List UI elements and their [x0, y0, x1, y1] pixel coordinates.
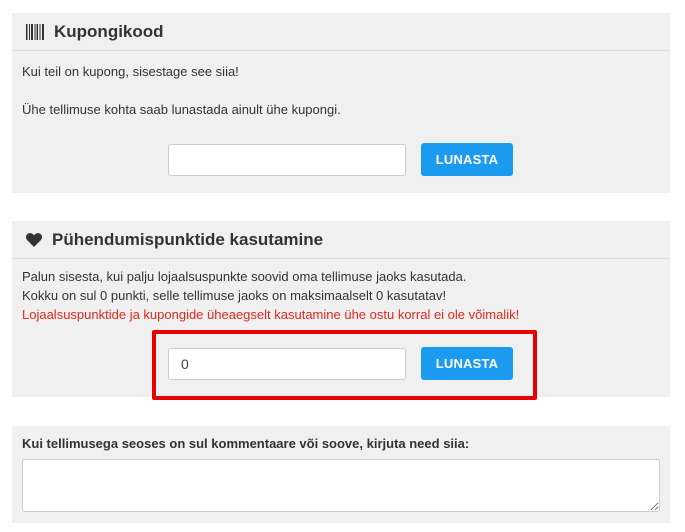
redeem-points-button[interactable]: LUNASTA [421, 347, 513, 380]
coupon-title: Kupongikood [54, 21, 164, 41]
loyalty-points-input[interactable] [168, 347, 406, 380]
loyalty-text-1: Palun sisesta, kui palju lojaalsuspunkte… [22, 269, 467, 284]
coupon-input-row: LUNASTA [168, 143, 513, 176]
comment-label: Kui tellimusega seoses on sul kommentaar… [22, 436, 470, 451]
loyalty-panel: Pühendumispunktide kasutamine Palun sise… [12, 221, 670, 397]
coupon-panel: Kupongikood Kui teil on kupong, sisestag… [12, 13, 670, 193]
coupon-text-2: Ühe tellimuse kohta saab lunastada ainul… [22, 102, 341, 117]
loyalty-input-row: LUNASTA [168, 347, 513, 380]
loyalty-header: Pühendumispunktide kasutamine [12, 221, 670, 259]
loyalty-text-2: Kokku on sul 0 punkti, selle tellimuse j… [22, 288, 447, 303]
redeem-coupon-button[interactable]: LUNASTA [421, 143, 513, 176]
coupon-code-input[interactable] [168, 143, 406, 176]
comment-textarea[interactable] [22, 459, 660, 512]
coupon-header: Kupongikood [12, 13, 670, 51]
barcode-icon [26, 23, 44, 40]
loyalty-warning: Lojaalsuspunktide ja kupongide üheaegsel… [22, 307, 520, 322]
coupon-text-1: Kui teil on kupong, sisestage see siia! [22, 64, 239, 79]
loyalty-title: Pühendumispunktide kasutamine [52, 229, 324, 249]
heart-icon [26, 232, 42, 247]
